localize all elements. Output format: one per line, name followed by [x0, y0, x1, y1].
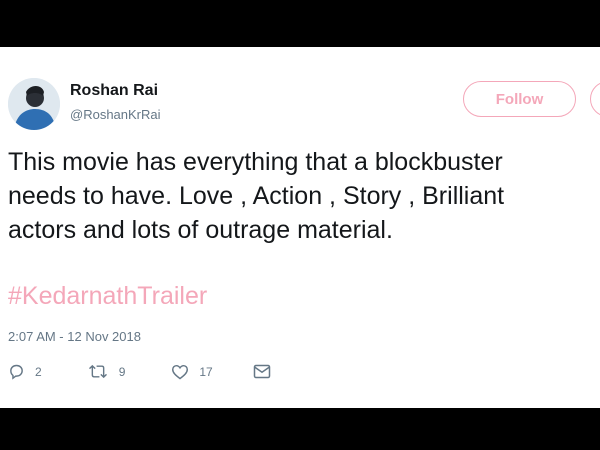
tweet-text-line: This movie has everything that a blockbu…	[8, 148, 503, 176]
heart-icon	[171, 364, 189, 380]
follow-button[interactable]: Follow	[463, 81, 576, 117]
reply-count: 2	[35, 364, 42, 379]
reply-icon	[8, 363, 25, 380]
retweet-count: 9	[118, 364, 126, 379]
tweet-text-line: actors and lots of outrage material.	[8, 216, 393, 244]
tweet-actions: 2 9 17	[8, 363, 271, 380]
retweet-icon	[87, 363, 109, 380]
tweet-text-line: needs to have. Love , Action , Story , B…	[8, 182, 505, 210]
message-action[interactable]	[253, 364, 271, 379]
reply-action[interactable]: 2	[8, 363, 42, 380]
tweet-text: This movie has everything that a blockbu…	[8, 145, 600, 247]
retweet-action[interactable]: 9	[87, 363, 126, 380]
author-name[interactable]: Roshan Rai	[70, 82, 158, 100]
author-handle[interactable]: @RoshanKrRai	[70, 107, 161, 122]
like-action[interactable]: 17	[171, 364, 213, 380]
like-count: 17	[199, 364, 213, 379]
tweet-timestamp[interactable]: 2:07 AM - 12 Nov 2018	[8, 329, 141, 344]
hashtag-link[interactable]: #KedarnathTrailer	[8, 282, 207, 311]
avatar[interactable]	[8, 78, 60, 130]
tweet-card: Roshan Rai @RoshanKrRai Follow This movi…	[0, 47, 600, 408]
caret-button[interactable]	[590, 81, 600, 117]
envelope-icon	[253, 364, 271, 379]
